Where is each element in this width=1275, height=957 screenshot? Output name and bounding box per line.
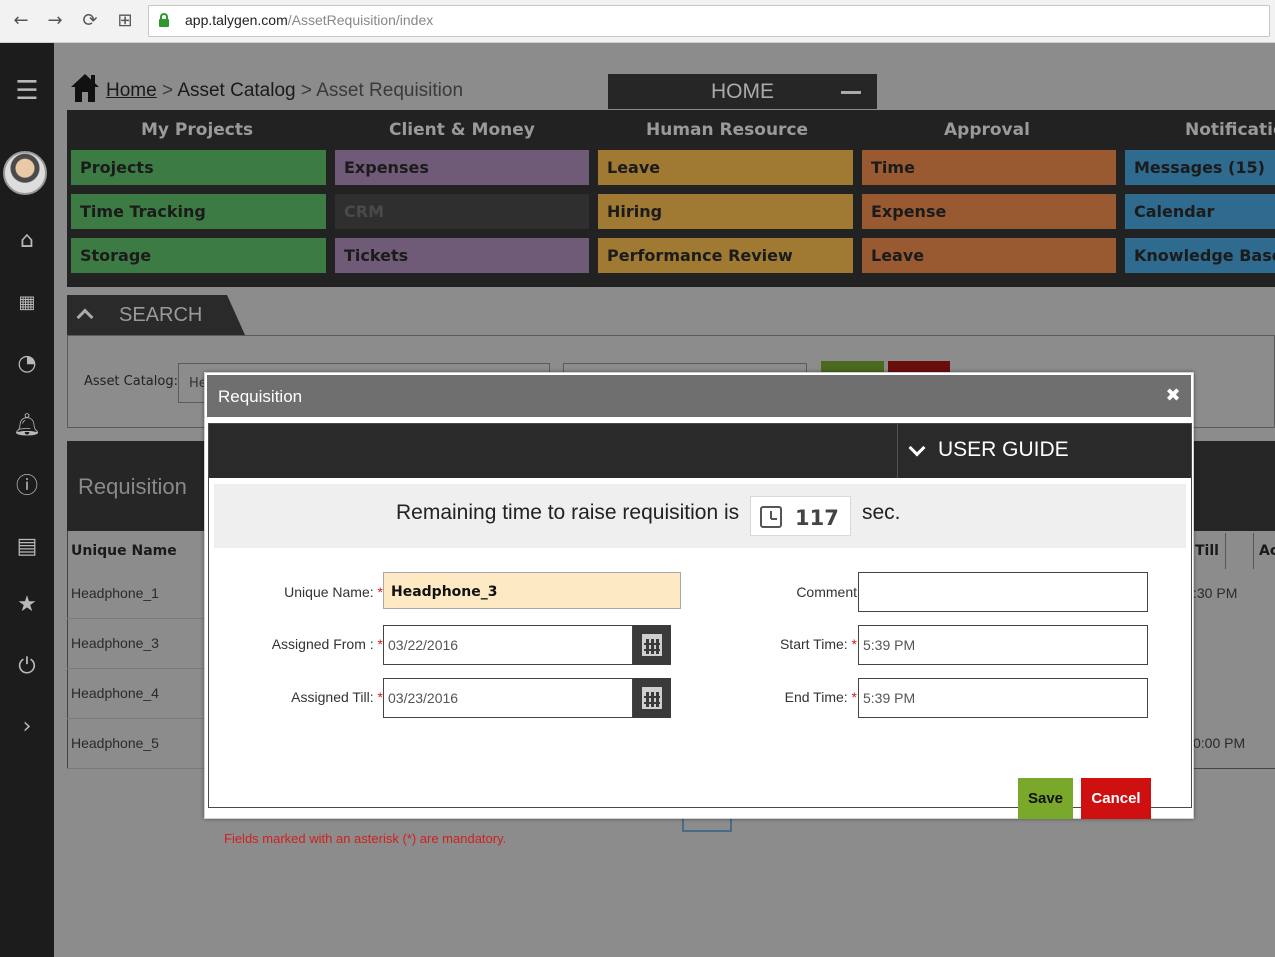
menu-item-expenses[interactable]: Expenses bbox=[335, 150, 589, 185]
mandatory-note: Fields marked with an asterisk (*) are m… bbox=[224, 831, 507, 846]
breadcrumb-home-link[interactable]: Home bbox=[106, 80, 157, 101]
calendar-icon[interactable] bbox=[633, 678, 671, 718]
assigned-till-label: Assigned Till: * bbox=[291, 689, 383, 705]
modal-title: Requisition bbox=[218, 387, 303, 406]
menu-heading-my-projects: My Projects bbox=[141, 120, 254, 140]
assigned-till-input[interactable]: 03/23/2016 bbox=[383, 678, 633, 718]
collapse-minus-icon[interactable] bbox=[841, 91, 861, 94]
help-icon[interactable]: ⓘ bbox=[0, 473, 54, 501]
table-cell-till: 0:00 PM bbox=[1193, 735, 1246, 751]
column-divider bbox=[1225, 533, 1226, 569]
table-cell-till: :30 PM bbox=[1193, 585, 1238, 601]
search-title: SEARCH bbox=[119, 304, 203, 326]
start-time-label: Start Time: * bbox=[779, 636, 857, 652]
user-avatar[interactable] bbox=[3, 151, 47, 195]
menu-item-approval-leave[interactable]: Leave bbox=[862, 238, 1116, 273]
save-button[interactable]: Save bbox=[1018, 778, 1073, 819]
column-unique-name[interactable]: Unique Name bbox=[71, 543, 177, 559]
breadcrumb-current: Asset Requisition bbox=[316, 80, 464, 101]
menu-item-approval-time[interactable]: Time bbox=[862, 150, 1116, 185]
start-time-input[interactable]: 5:39 PM bbox=[858, 625, 1148, 665]
countdown-bar: Remaining time to raise requisition is 1… bbox=[214, 484, 1186, 548]
menu-item-tickets[interactable]: Tickets bbox=[335, 238, 589, 273]
mega-menu: My Projects Client & Money Human Resourc… bbox=[67, 110, 1275, 287]
left-sidebar: ☰ ⌂ ▦ ◔ 🔔︎ ⓘ ▤ ★ ⏻ › bbox=[0, 43, 54, 957]
column-divider bbox=[1253, 533, 1254, 569]
menu-item-crm[interactable]: CRM bbox=[335, 194, 589, 229]
dashboard-grid-icon[interactable]: ▦ bbox=[0, 289, 54, 317]
chevron-down-icon[interactable] bbox=[908, 439, 926, 457]
grid-title: Requisition bbox=[78, 474, 187, 499]
countdown-unit: sec. bbox=[862, 501, 901, 524]
expand-chevron-icon[interactable]: › bbox=[0, 713, 54, 741]
countdown-box: 117 bbox=[750, 496, 851, 536]
assigned-from-input[interactable]: 03/22/2016 bbox=[383, 625, 633, 665]
user-guide-bar: USER GUIDE bbox=[209, 424, 1191, 478]
countdown-text: Remaining time to raise requisition is bbox=[396, 501, 740, 524]
table-row[interactable]: Headphone_5 bbox=[67, 719, 207, 769]
menu-item-knowledge-base[interactable]: Knowledge Base bbox=[1125, 238, 1275, 273]
menu-item-storage[interactable]: Storage bbox=[71, 238, 326, 273]
end-time-input[interactable]: 5:39 PM bbox=[858, 678, 1148, 718]
menu-item-leave[interactable]: Leave bbox=[598, 150, 853, 185]
menu-heading-approval: Approval bbox=[944, 120, 1030, 140]
end-time-label: End Time: * bbox=[784, 689, 857, 705]
unique-name-input[interactable]: Headphone_3 bbox=[383, 572, 681, 609]
clock-icon bbox=[760, 506, 782, 528]
menu-heading-human-resource: Human Resource bbox=[646, 120, 809, 140]
bell-icon[interactable]: 🔔︎ bbox=[0, 412, 54, 440]
url-text: app.talygen.com/AssetRequisition/index bbox=[185, 12, 434, 28]
close-icon[interactable]: ✖ bbox=[1163, 384, 1183, 408]
star-icon[interactable]: ★ bbox=[0, 591, 54, 619]
table-row[interactable]: Headphone_3 bbox=[67, 619, 207, 669]
menu-heading-client-money: Client & Money bbox=[389, 120, 535, 140]
pie-chart-icon[interactable]: ◔ bbox=[0, 350, 54, 378]
calendar-icon[interactable] bbox=[633, 625, 671, 665]
menu-item-calendar[interactable]: Calendar bbox=[1125, 194, 1275, 229]
home-breadcrumb-icon[interactable] bbox=[68, 70, 102, 104]
requisition-modal: Requisition ✖ USER GUIDE Remaining time … bbox=[204, 372, 1194, 846]
table-row[interactable]: Headphone_1 bbox=[67, 569, 207, 619]
browser-toolbar: ← → ⟳ ⊞ app.talygen.com/AssetRequisition… bbox=[0, 0, 1275, 43]
menu-item-messages[interactable]: Messages (15) bbox=[1125, 150, 1275, 185]
chat-icon[interactable]: ▤ bbox=[0, 533, 54, 561]
modal-header: Requisition ✖ bbox=[207, 375, 1191, 417]
menu-item-approval-expense[interactable]: Expense bbox=[862, 194, 1116, 229]
menu-item-performance-review[interactable]: Performance Review bbox=[598, 238, 853, 273]
apps-grid-icon[interactable]: ⊞ bbox=[114, 10, 136, 32]
divider bbox=[897, 424, 898, 478]
back-arrow-icon[interactable]: ← bbox=[10, 10, 32, 32]
lock-icon bbox=[159, 13, 169, 27]
comment-label: Comment bbox=[796, 584, 857, 600]
forward-arrow-icon[interactable]: → bbox=[44, 10, 66, 32]
menu-item-time-tracking[interactable]: Time Tracking bbox=[71, 194, 326, 229]
breadcrumb-asset-catalog[interactable]: Asset Catalog bbox=[177, 80, 295, 101]
hamburger-menu-icon[interactable]: ☰ bbox=[0, 77, 54, 105]
reload-icon[interactable]: ⟳ bbox=[79, 10, 101, 32]
assigned-from-label: Assigned From : * bbox=[271, 636, 383, 652]
comment-input[interactable] bbox=[858, 572, 1148, 612]
address-bar[interactable]: app.talygen.com/AssetRequisition/index bbox=[148, 5, 1270, 37]
menu-item-projects[interactable]: Projects bbox=[71, 150, 326, 185]
column-action[interactable]: Ac bbox=[1259, 543, 1275, 559]
table-row[interactable]: Headphone_4 bbox=[67, 669, 207, 719]
search-toggle-tab[interactable]: SEARCH bbox=[67, 295, 245, 335]
home-tab[interactable]: HOME bbox=[608, 74, 877, 109]
power-icon[interactable]: ⏻ bbox=[0, 653, 54, 681]
home-icon[interactable]: ⌂ bbox=[0, 227, 54, 255]
unique-name-label: Unique Name: * bbox=[284, 584, 383, 600]
menu-heading-notifications: Notifications bbox=[1185, 120, 1275, 140]
column-till[interactable]: Till bbox=[1195, 543, 1219, 559]
asset-catalog-label: Asset Catalog: bbox=[84, 374, 178, 389]
countdown-value: 117 bbox=[795, 506, 839, 530]
cancel-button[interactable]: Cancel bbox=[1081, 778, 1151, 819]
chevron-up-icon bbox=[76, 308, 94, 326]
menu-item-hiring[interactable]: Hiring bbox=[598, 194, 853, 229]
modal-content: USER GUIDE Remaining time to raise requi… bbox=[208, 423, 1192, 846]
user-guide-toggle[interactable]: USER GUIDE bbox=[938, 438, 1069, 462]
